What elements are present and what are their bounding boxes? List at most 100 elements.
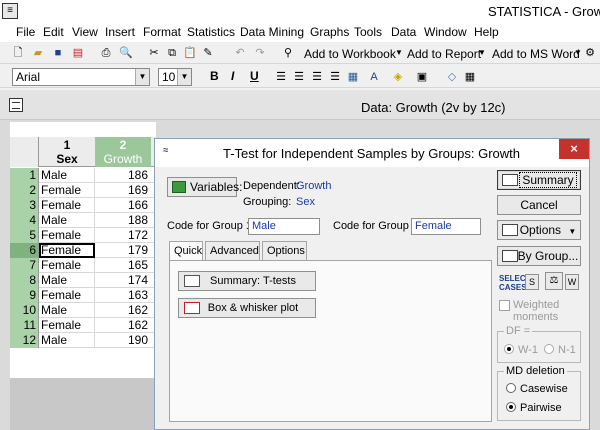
cell-growth[interactable]: 162 xyxy=(95,318,151,333)
table-row[interactable]: 9 Female 163 xyxy=(10,288,156,303)
add-to-report-button[interactable]: Add to Report xyxy=(407,47,481,61)
tab-options[interactable]: Options xyxy=(262,241,307,261)
print-icon[interactable]: ⎙ xyxy=(98,45,114,61)
font-color-icon[interactable]: A xyxy=(366,69,382,85)
align-right-icon[interactable]: ☰ xyxy=(309,69,325,85)
spreadsheet-grid[interactable]: 1 Sex 2 Growth 1 Male 186 2 Female 169 3 Fema… xyxy=(10,122,156,430)
app-menu-icon[interactable]: ≡ xyxy=(2,3,18,19)
format-painter-icon[interactable]: ✎ xyxy=(200,45,216,61)
borders-icon[interactable]: ▣ xyxy=(414,69,430,85)
menu-view[interactable]: View xyxy=(72,25,98,39)
row-number[interactable]: 4 xyxy=(10,213,39,228)
menu-tools[interactable]: Tools xyxy=(354,25,382,39)
df-w1-radio[interactable]: W-1 xyxy=(504,344,538,356)
table-format-icon[interactable]: ▦ xyxy=(345,69,361,85)
menu-edit[interactable]: Edit xyxy=(43,25,64,39)
add-to-workbook-dropdown-icon[interactable]: ▼ xyxy=(391,45,407,61)
summary-ttests-button[interactable]: Summary: T-tests xyxy=(178,271,316,291)
cell-growth[interactable]: 169 xyxy=(95,183,151,198)
toolbar-extra-icon[interactable]: ⚙ xyxy=(582,45,598,61)
corner-cell[interactable] xyxy=(10,137,39,167)
menu-insert[interactable]: Insert xyxy=(105,25,135,39)
add-to-report-dropdown-icon[interactable]: ▼ xyxy=(474,45,490,61)
cut-icon[interactable]: ✂ xyxy=(146,45,162,61)
copy-icon[interactable]: ⧉ xyxy=(164,45,180,61)
cell-growth[interactable]: 190 xyxy=(95,333,151,348)
row-number[interactable]: 5 xyxy=(10,228,39,243)
table-row[interactable]: 3 Female 166 xyxy=(10,198,156,213)
paste-icon[interactable]: 📋 xyxy=(182,45,198,61)
justify-icon[interactable]: ☰ xyxy=(327,69,343,85)
tag-icon[interactable]: ◇ xyxy=(444,69,460,85)
italic-button[interactable]: I xyxy=(231,69,234,83)
table-row[interactable]: 8 Male 174 xyxy=(10,273,156,288)
tab-advanced[interactable]: Advanced xyxy=(205,241,260,261)
table-row[interactable]: 4 Male 188 xyxy=(10,213,156,228)
row-number[interactable]: 8 xyxy=(10,273,39,288)
cell-growth[interactable]: 186 xyxy=(95,168,151,183)
cell-sex[interactable]: Male xyxy=(39,213,95,228)
by-group-button[interactable]: By Group... xyxy=(497,246,581,266)
table-row[interactable]: 5 Female 172 xyxy=(10,228,156,243)
cancel-button[interactable]: Cancel xyxy=(497,195,581,215)
cell-sex[interactable]: Male xyxy=(39,168,95,183)
cell-sex[interactable]: Female xyxy=(39,183,95,198)
cell-sex[interactable]: Female xyxy=(39,258,95,273)
cell-growth[interactable]: 179 xyxy=(95,243,151,258)
box-whisker-plot-button[interactable]: Box & whisker plot xyxy=(178,298,316,318)
column-header-growth[interactable]: 2 Growth xyxy=(95,137,151,167)
column-header-sex[interactable]: 1 Sex xyxy=(39,137,95,167)
code-group1-field[interactable]: Male xyxy=(248,218,320,235)
table-row[interactable]: 7 Female 165 xyxy=(10,258,156,273)
options-button[interactable]: Options ▼ xyxy=(497,220,581,240)
table-row[interactable]: 10 Male 162 xyxy=(10,303,156,318)
save-icon[interactable]: ■ xyxy=(50,45,66,61)
cell-sex[interactable]: Male xyxy=(39,303,95,318)
select-cases-icon[interactable]: SELECT CASES xyxy=(499,274,531,296)
font-dropdown-icon[interactable]: ▼ xyxy=(135,69,149,85)
align-left-icon[interactable]: ☰ xyxy=(273,69,289,85)
cell-growth[interactable]: 172 xyxy=(95,228,151,243)
cell-sex[interactable]: Female xyxy=(39,288,95,303)
font-name-combo[interactable]: Arial ▼ xyxy=(12,68,150,86)
align-center-icon[interactable]: ☰ xyxy=(291,69,307,85)
add-to-ms-word-button[interactable]: Add to MS Word xyxy=(492,47,580,61)
fill-color-icon[interactable]: ◈ xyxy=(390,69,406,85)
row-number[interactable]: 6 xyxy=(10,243,39,258)
row-number[interactable]: 7 xyxy=(10,258,39,273)
cell-growth[interactable]: 166 xyxy=(95,198,151,213)
cell-sex[interactable]: Male xyxy=(39,273,95,288)
bold-button[interactable]: B xyxy=(210,69,219,83)
cell-sex[interactable]: Male xyxy=(39,333,95,348)
pairwise-radio[interactable]: Pairwise xyxy=(506,402,562,414)
cell-growth[interactable]: 162 xyxy=(95,303,151,318)
new-file-icon[interactable]: 🗋 xyxy=(10,45,26,61)
undo-icon[interactable]: ↶ xyxy=(232,45,248,61)
weight-w-button[interactable]: W xyxy=(565,274,579,290)
df-n1-radio[interactable]: N-1 xyxy=(544,344,576,356)
summary-button[interactable]: Summary xyxy=(497,170,581,190)
code-group2-field[interactable]: Female xyxy=(411,218,481,235)
menu-file[interactable]: File xyxy=(16,25,35,39)
weight-icon[interactable]: ⚖ xyxy=(545,272,563,290)
redo-icon[interactable]: ↷ xyxy=(252,45,268,61)
grid-icon[interactable]: ▦ xyxy=(462,69,478,85)
row-number[interactable]: 1 xyxy=(10,168,39,183)
casewise-radio[interactable]: Casewise xyxy=(506,383,568,395)
table-row[interactable]: 12 Male 190 xyxy=(10,333,156,348)
table-row-selected[interactable]: 6 Female 179 xyxy=(10,243,156,258)
menu-data-mining[interactable]: Data Mining xyxy=(240,25,304,39)
add-to-workbook-button[interactable]: Add to Workbook xyxy=(304,47,396,61)
pdf-icon[interactable]: ▤ xyxy=(70,45,86,61)
cell-sex[interactable]: Female xyxy=(39,228,95,243)
spreadsheet-icon[interactable] xyxy=(9,98,23,112)
cell-sex-active[interactable]: Female xyxy=(39,243,95,258)
menu-window[interactable]: Window xyxy=(424,25,467,39)
menu-statistics[interactable]: Statistics xyxy=(187,25,235,39)
row-number[interactable]: 11 xyxy=(10,318,39,333)
row-number[interactable]: 3 xyxy=(10,198,39,213)
row-number[interactable]: 10 xyxy=(10,303,39,318)
cell-growth[interactable]: 174 xyxy=(95,273,151,288)
cell-growth[interactable]: 165 xyxy=(95,258,151,273)
open-folder-icon[interactable]: ▰ xyxy=(30,45,46,61)
